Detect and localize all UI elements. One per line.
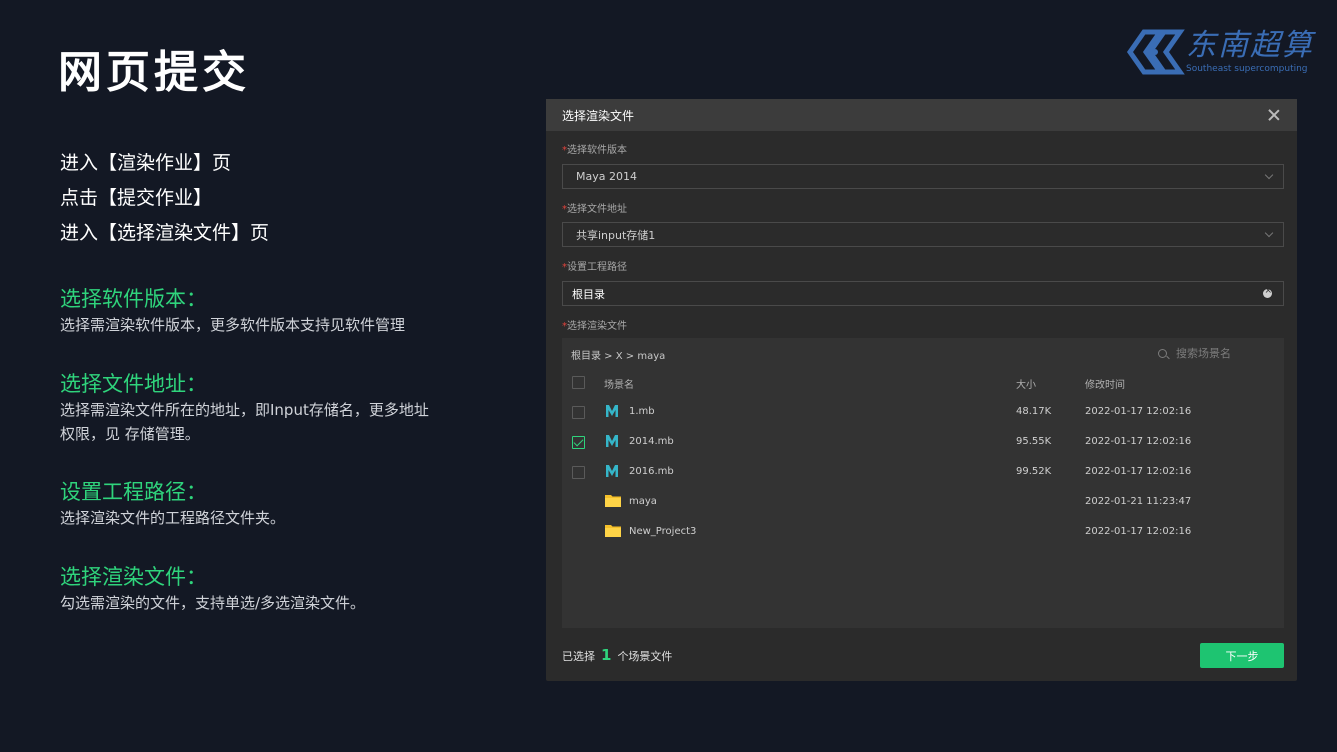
logo-en-text: Southeast supercomputing [1186,64,1308,74]
file-name: 2014.mb [629,436,674,447]
column-name: 场景名 [604,380,634,391]
file-browser: 根目录 > X > maya 搜索场景名 场景名 大小 修改时间 1.mb 48… [562,338,1284,628]
row-checkbox[interactable] [572,466,585,479]
file-time: 2022-01-17 12:02:16 [1085,436,1192,447]
file-time: 2022-01-21 11:23:47 [1085,496,1192,507]
row-checkbox-checked[interactable] [572,436,585,449]
search-icon [1158,348,1167,358]
file-size: 95.55K [1016,436,1052,447]
file-time: 2022-01-17 12:02:16 [1085,466,1192,477]
logo-cn-text: 东南超算 [1186,28,1314,63]
table-header: 场景名 大小 修改时间 [562,368,1284,398]
row-checkbox[interactable] [572,406,585,419]
select-render-file-dialog: 选择渲染文件 *选择软件版本 Maya 2014 *选择文件地址 共享input… [546,99,1297,681]
column-time: 修改时间 [1085,380,1125,391]
file-name: 2016.mb [629,466,674,477]
section-desc: 选择需渲染文件所在的地址，即Input存储名，更多地址权限，见 存储管理。 [60,401,429,443]
file-name: 1.mb [629,406,655,417]
logo-icon [1126,29,1185,75]
breadcrumb[interactable]: 根目录 > X > maya [571,347,665,362]
project-label: *设置工程路径 [562,262,627,273]
clear-icon[interactable] [1263,286,1272,298]
selection-count: 1 [601,646,612,664]
section-title: 选择渲染文件： [60,565,207,589]
section-title: 选择文件地址： [60,372,207,396]
section-storage: 选择文件地址： 选择需渲染文件所在的地址，即Input存储名，更多地址权限，见 … [60,370,440,446]
files-label: *选择渲染文件 [562,321,627,332]
folder-icon [605,525,621,537]
table-row[interactable]: 2016.mb 99.52K 2022-01-17 12:02:16 [562,458,1284,488]
section-title: 设置工程路径： [60,480,207,504]
software-label: *选择软件版本 [562,145,627,156]
maya-file-icon [606,465,618,477]
software-select[interactable]: Maya 2014 [562,164,1284,189]
file-size: 99.52K [1016,466,1052,477]
page-title: 网页提交 [58,47,250,98]
step-item: 进入【渲染作业】页 [60,152,232,174]
folder-name: maya [629,496,657,507]
software-value: Maya 2014 [576,170,637,183]
project-path-input[interactable]: 根目录 [562,281,1284,306]
section-desc: 选择渲染文件的工程路径文件夹。 [60,509,286,527]
table-row[interactable]: New_Project3 2022-01-17 12:02:16 [562,518,1284,548]
steps-list: 进入【渲染作业】页 点击【提交作业】 进入【选择渲染文件】页 [60,146,269,251]
storage-label: *选择文件地址 [562,204,627,215]
dialog-header: 选择渲染文件 [546,99,1297,131]
section-software: 选择软件版本： 选择需渲染软件版本，更多软件版本支持见软件管理 [60,285,460,337]
dialog-title: 选择渲染文件 [562,108,635,123]
selection-prefix: 已选择 [562,650,595,663]
maya-file-icon [606,405,618,417]
selection-suffix: 个场景文件 [617,650,673,663]
folder-name: New_Project3 [629,526,697,537]
storage-value: 共享input存储1 [576,228,656,242]
column-size: 大小 [1016,380,1036,391]
close-icon[interactable] [1267,108,1281,122]
select-all-checkbox[interactable] [572,376,585,389]
table-row[interactable]: 1.mb 48.17K 2022-01-17 12:02:16 [562,398,1284,428]
section-files: 选择渲染文件： 勾选需渲染的文件，支持单选/多选渲染文件。 [60,563,460,615]
section-project: 设置工程路径： 选择渲染文件的工程路径文件夹。 [60,478,460,530]
section-desc: 勾选需渲染的文件，支持单选/多选渲染文件。 [60,594,366,612]
search-input[interactable]: 搜索场景名 [1176,345,1231,361]
storage-select[interactable]: 共享input存储1 [562,222,1284,247]
maya-file-icon [606,435,618,447]
file-time: 2022-01-17 12:02:16 [1085,526,1192,537]
search-box[interactable]: 搜索场景名 [1158,345,1231,361]
folder-icon [605,495,621,507]
selection-summary: 已选择 1 个场景文件 [562,646,672,664]
project-path-value: 根目录 [572,287,605,301]
section-title: 选择软件版本： [60,287,207,311]
step-item: 点击【提交作业】 [60,187,213,209]
file-time: 2022-01-17 12:02:16 [1085,406,1192,417]
step-item: 进入【选择渲染文件】页 [60,222,270,244]
logo: 东南超算 Southeast supercomputing [1126,24,1316,80]
chevron-down-icon [1264,170,1274,180]
file-size: 48.17K [1016,406,1052,417]
table-row[interactable]: 2014.mb 95.55K 2022-01-17 12:02:16 [562,428,1284,458]
table-row[interactable]: maya 2022-01-21 11:23:47 [562,488,1284,518]
section-desc: 选择需渲染软件版本，更多软件版本支持见软件管理 [60,316,406,334]
chevron-down-icon [1264,228,1274,238]
next-button[interactable]: 下一步 [1200,643,1284,668]
